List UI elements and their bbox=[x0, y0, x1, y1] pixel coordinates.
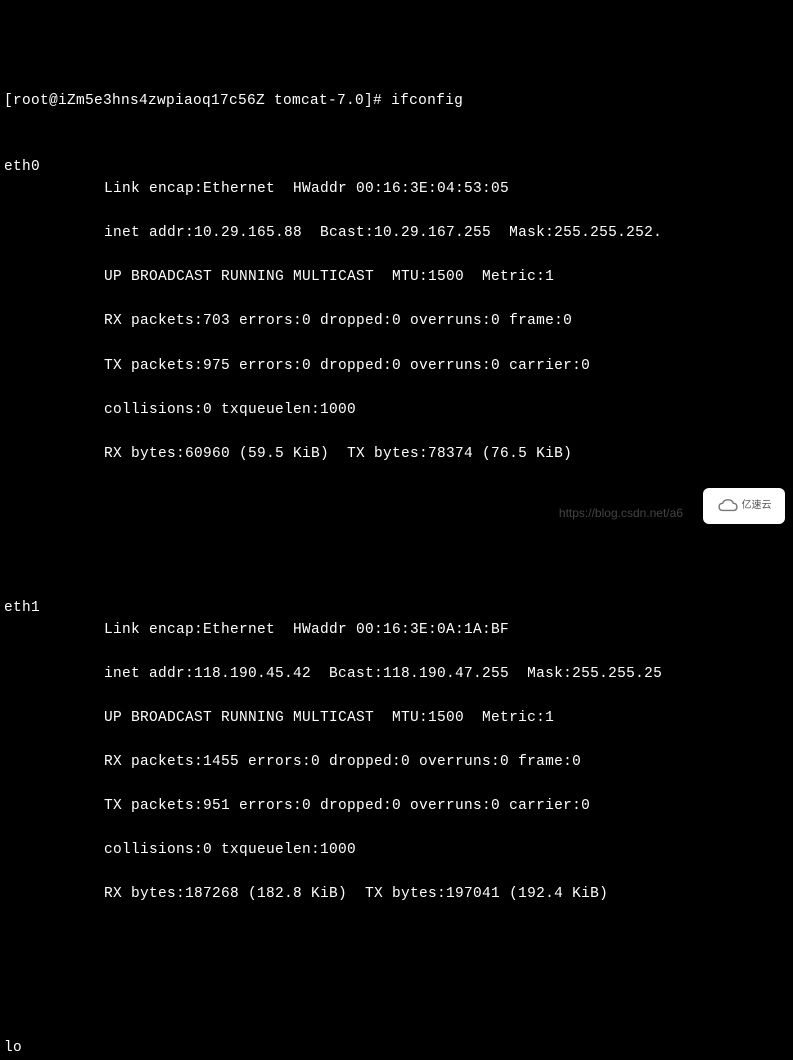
watermark-text: 亿速云 bbox=[742, 498, 772, 513]
interface-name: eth0 bbox=[4, 156, 104, 486]
blank-line bbox=[4, 971, 789, 993]
output-line: Link encap:Ethernet HWaddr 00:16:3E:0A:1… bbox=[104, 619, 789, 641]
shell-command[interactable]: ifconfig bbox=[391, 90, 463, 112]
interface-name: eth1 bbox=[4, 597, 104, 927]
output-line: RX bytes:60960 (59.5 KiB) TX bytes:78374… bbox=[104, 443, 789, 465]
interface-body: Link encap:Ethernet HWaddr 00:16:3E:04:5… bbox=[104, 156, 789, 486]
output-line: Link encap:Local Loopback bbox=[104, 1059, 789, 1060]
cloud-icon bbox=[717, 498, 739, 514]
interface-body: Link encap:Ethernet HWaddr 00:16:3E:0A:1… bbox=[104, 597, 789, 927]
output-line: UP BROADCAST RUNNING MULTICAST MTU:1500 … bbox=[104, 266, 789, 288]
interface-eth0: eth0 Link encap:Ethernet HWaddr 00:16:3E… bbox=[4, 156, 789, 486]
interface-lo: lo Link encap:Local Loopback inet addr:1… bbox=[4, 1037, 789, 1060]
output-line: collisions:0 txqueuelen:1000 bbox=[104, 839, 789, 861]
output-line: RX packets:703 errors:0 dropped:0 overru… bbox=[104, 310, 789, 332]
blank-line bbox=[4, 531, 789, 553]
output-line: RX packets:1455 errors:0 dropped:0 overr… bbox=[104, 751, 789, 773]
output-line: inet addr:118.190.45.42 Bcast:118.190.47… bbox=[104, 663, 789, 685]
output-line: inet addr:10.29.165.88 Bcast:10.29.167.2… bbox=[104, 222, 789, 244]
output-line: UP BROADCAST RUNNING MULTICAST MTU:1500 … bbox=[104, 707, 789, 729]
shell-prompt-line: [root@iZm5e3hns4zwpiaoq17c56Z tomcat-7.0… bbox=[4, 90, 789, 112]
shell-prompt: [root@iZm5e3hns4zwpiaoq17c56Z tomcat-7.0… bbox=[4, 90, 391, 112]
interface-eth1: eth1 Link encap:Ethernet HWaddr 00:16:3E… bbox=[4, 597, 789, 927]
watermark-badge: 亿速云 bbox=[703, 488, 785, 524]
output-line: Link encap:Ethernet HWaddr 00:16:3E:04:5… bbox=[104, 178, 789, 200]
output-line: TX packets:975 errors:0 dropped:0 overru… bbox=[104, 355, 789, 377]
interface-body: Link encap:Local Loopback inet addr:127.… bbox=[104, 1037, 789, 1060]
output-line: collisions:0 txqueuelen:1000 bbox=[104, 399, 789, 421]
faint-watermark-url: https://blog.csdn.net/a6 bbox=[559, 504, 683, 522]
output-line: RX bytes:187268 (182.8 KiB) TX bytes:197… bbox=[104, 883, 789, 905]
interface-name: lo bbox=[4, 1037, 104, 1060]
output-line: TX packets:951 errors:0 dropped:0 overru… bbox=[104, 795, 789, 817]
